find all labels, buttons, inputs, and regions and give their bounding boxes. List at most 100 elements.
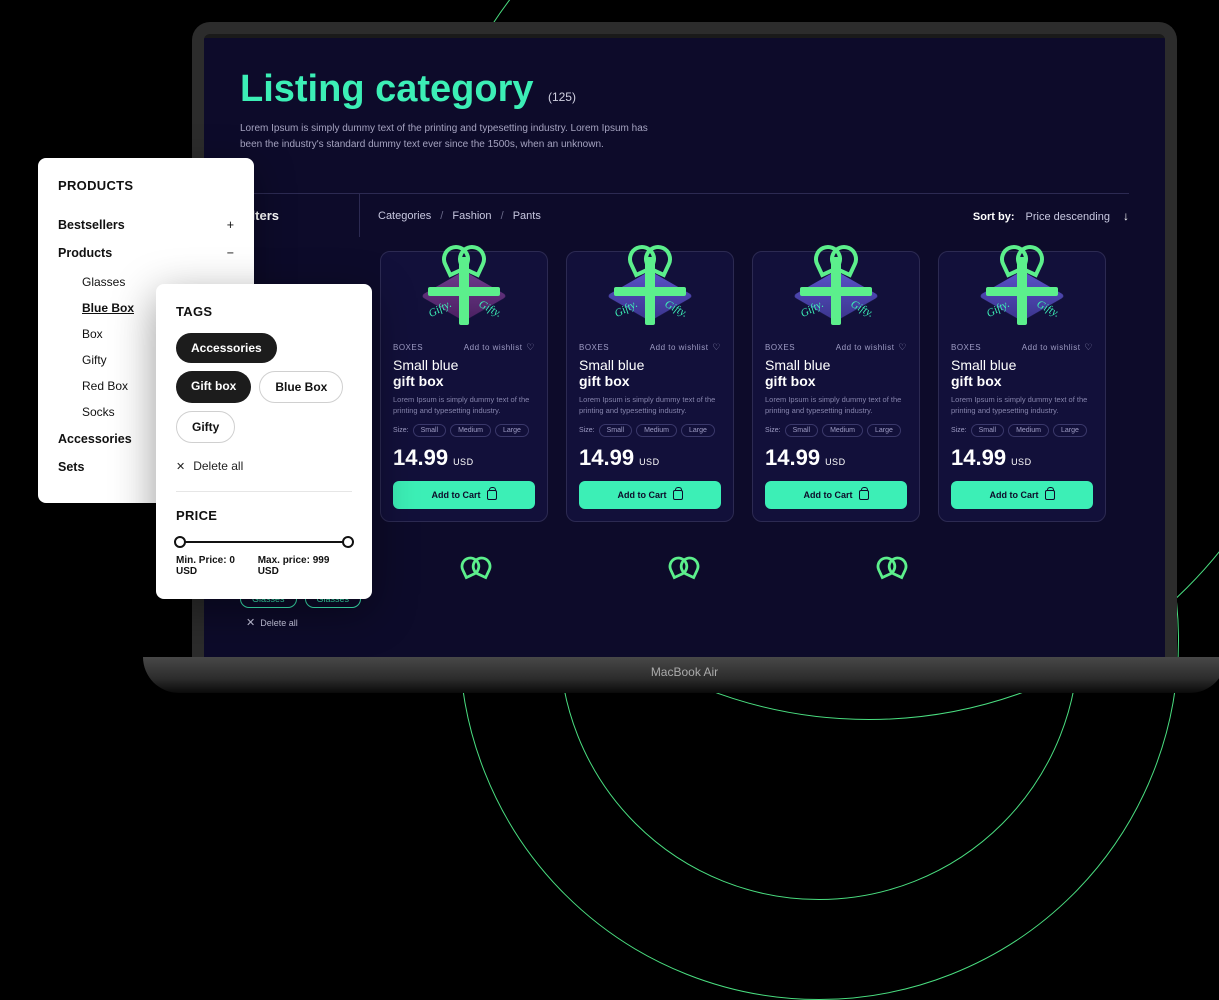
page-description: Lorem Ipsum is simply dummy text of the … <box>240 121 660 153</box>
breadcrumb-fashion[interactable]: Fashion <box>452 210 491 222</box>
size-label: Size: <box>951 427 967 434</box>
product-title-line2: gift box <box>393 373 535 389</box>
sort-descending-icon: ↓ <box>1123 209 1129 223</box>
product-currency: USD <box>1011 457 1032 467</box>
size-medium[interactable]: Medium <box>450 424 491 437</box>
wishlist-label: Add to wishlist <box>836 343 895 352</box>
product-image: Gifty.Gifty. <box>765 232 907 342</box>
size-medium[interactable]: Medium <box>636 424 677 437</box>
size-large[interactable]: Large <box>1053 424 1087 437</box>
delete-all-label: Delete all <box>260 618 298 628</box>
delete-all-filters[interactable]: ✕ Delete all <box>246 616 361 629</box>
product-category: BOXES <box>765 343 795 352</box>
product-title-line2: gift box <box>951 373 1093 389</box>
category-bestsellers[interactable]: Bestsellers + <box>58 211 234 239</box>
add-to-cart-label: Add to Cart <box>990 490 1039 500</box>
tag-accessories[interactable]: Accessories <box>176 333 277 363</box>
slider-labels: Min. Price: 0 USD Max. price: 999 USD <box>176 555 352 577</box>
product-image <box>444 554 508 618</box>
product-title-line1: Small blue <box>579 357 721 373</box>
slider-min-handle[interactable] <box>174 536 186 548</box>
product-card[interactable]: Gifty.Gifty. BOXESAdd to wishlist♡ Small… <box>566 251 734 522</box>
product-title-line1: Small blue <box>951 357 1093 373</box>
size-small[interactable]: Small <box>413 424 447 437</box>
add-to-cart-label: Add to Cart <box>804 490 853 500</box>
size-label: Size: <box>393 427 409 434</box>
size-label: Size: <box>765 427 781 434</box>
size-large[interactable]: Large <box>495 424 529 437</box>
wishlist-button[interactable]: Add to wishlist♡ <box>650 342 721 353</box>
heart-icon: ♡ <box>898 342 907 353</box>
wishlist-button[interactable]: Add to wishlist♡ <box>836 342 907 353</box>
product-category: BOXES <box>579 343 609 352</box>
category-products[interactable]: Products − <box>58 239 234 267</box>
product-card[interactable]: Gifty.Gifty. BOXESAdd to wishlist♡ Small… <box>938 251 1106 522</box>
heart-icon: ♡ <box>712 342 721 353</box>
wishlist-button[interactable]: Add to wishlist♡ <box>464 342 535 353</box>
delete-all-label: Delete all <box>193 459 243 473</box>
slider-max-handle[interactable] <box>342 536 354 548</box>
product-row: Gifty.Gifty. BOXESAdd to wishlist♡ Small… <box>240 251 1129 522</box>
minus-icon: − <box>227 246 234 260</box>
price-max-label: Max. price: 999 USD <box>258 555 352 577</box>
add-to-cart-button[interactable]: Add to Cart <box>579 481 721 509</box>
wishlist-button[interactable]: Add to wishlist♡ <box>1022 342 1093 353</box>
size-selector: Size: SmallMedium Large <box>393 424 535 437</box>
price-panel-title: PRICE <box>176 508 352 523</box>
brand-text: Gifty. <box>662 298 689 320</box>
plus-icon: + <box>227 218 234 232</box>
size-selector: Size: SmallMedium Large <box>951 424 1093 437</box>
wishlist-label: Add to wishlist <box>650 343 709 352</box>
product-description: Lorem Ipsum is simply dummy text of the … <box>765 395 907 416</box>
add-to-cart-button[interactable]: Add to Cart <box>951 481 1093 509</box>
product-image: Gifty.Gifty. <box>579 232 721 342</box>
product-price: 14.99 <box>393 445 448 471</box>
brand-text: Gifty. <box>476 298 503 320</box>
tag-gift-box[interactable]: Gift box <box>176 371 251 403</box>
tag-blue-box[interactable]: Blue Box <box>259 371 343 403</box>
wishlist-label: Add to wishlist <box>464 343 523 352</box>
heart-icon: ♡ <box>1084 342 1093 353</box>
filters-toggle[interactable]: Filters <box>240 194 360 237</box>
size-small[interactable]: Small <box>599 424 633 437</box>
breadcrumb-pants[interactable]: Pants <box>513 210 541 222</box>
delete-all-tags[interactable]: ✕ Delete all <box>176 459 352 473</box>
product-price: 14.99 <box>951 445 1006 471</box>
heart-icon: ♡ <box>526 342 535 353</box>
bag-icon <box>673 490 683 500</box>
price-min-label: Min. Price: 0 USD <box>176 555 258 577</box>
size-medium[interactable]: Medium <box>1008 424 1049 437</box>
size-selector: Size: SmallMedium Large <box>579 424 721 437</box>
product-image <box>860 554 924 618</box>
category-label: Bestsellers <box>58 218 125 232</box>
size-large[interactable]: Large <box>867 424 901 437</box>
breadcrumb-categories[interactable]: Categories <box>378 210 431 222</box>
product-title-line2: gift box <box>765 373 907 389</box>
add-to-cart-button[interactable]: Add to Cart <box>765 481 907 509</box>
size-label: Size: <box>579 427 595 434</box>
sort-control[interactable]: Sort by: Price descending ↓ <box>973 195 1129 237</box>
product-image: Gifty.Gifty. <box>951 232 1093 342</box>
products-panel-title: PRODUCTS <box>58 178 234 193</box>
size-small[interactable]: Small <box>785 424 819 437</box>
breadcrumb-separator: / <box>501 210 504 222</box>
divider <box>176 491 352 492</box>
laptop-model-label: MacBook Air <box>651 657 718 679</box>
product-card[interactable]: Gifty.Gifty. BOXESAdd to wishlist♡ Small… <box>380 251 548 522</box>
size-small[interactable]: Small <box>971 424 1005 437</box>
x-icon: ✕ <box>176 460 185 473</box>
size-large[interactable]: Large <box>681 424 715 437</box>
page-header: Listing category (125) Lorem Ipsum is si… <box>240 68 1129 153</box>
product-category: BOXES <box>951 343 981 352</box>
price-slider[interactable] <box>178 541 350 543</box>
product-title-line2: gift box <box>579 373 721 389</box>
tag-gifty[interactable]: Gifty <box>176 411 235 443</box>
product-currency: USD <box>453 457 474 467</box>
bag-icon <box>1045 490 1055 500</box>
bag-icon <box>487 490 497 500</box>
product-card[interactable]: Gifty.Gifty. BOXESAdd to wishlist♡ Small… <box>752 251 920 522</box>
add-to-cart-button[interactable]: Add to Cart <box>393 481 535 509</box>
size-medium[interactable]: Medium <box>822 424 863 437</box>
brand-text: Gifty. <box>1034 298 1061 320</box>
product-title-line1: Small blue <box>393 357 535 373</box>
